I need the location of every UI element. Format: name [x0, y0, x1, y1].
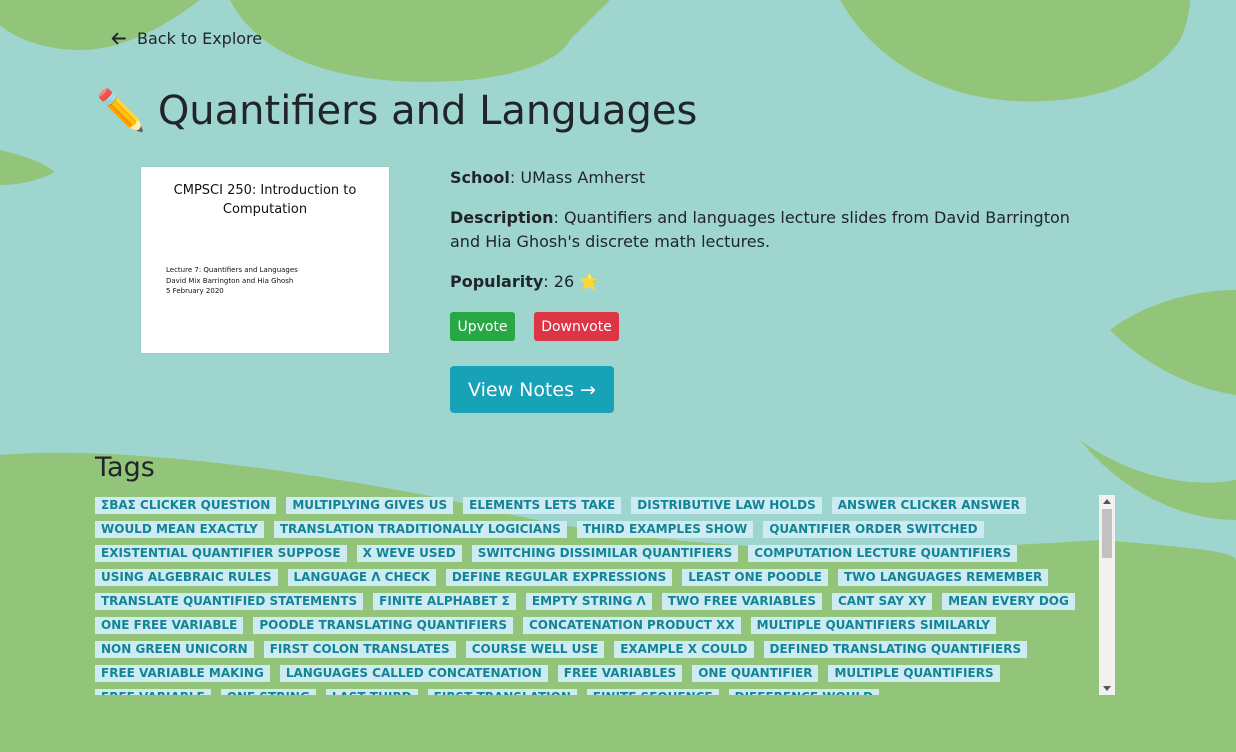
tag-chip[interactable]: FREE VARIABLE: [95, 689, 211, 695]
scroll-up-arrow-icon[interactable]: [1103, 499, 1111, 504]
tag-chip[interactable]: DIFFERENCE WOULD: [728, 689, 880, 695]
tag-chip[interactable]: COMPUTATION LECTURE QUANTIFIERS: [748, 545, 1017, 562]
tag-chip[interactable]: EXISTENTIAL QUANTIFIER SUPPOSE: [95, 545, 347, 562]
tag-chip[interactable]: DEFINED TRANSLATING QUANTIFIERS: [763, 641, 1028, 658]
tag-chip[interactable]: SWITCHING DISSIMILAR QUANTIFIERS: [471, 545, 739, 562]
tag-chip[interactable]: LANGUAGES CALLED CONCATENATION: [279, 665, 548, 682]
tag-chip[interactable]: LEAST ONE POODLE: [682, 569, 829, 586]
popularity-row: Popularity: 26 ⭐: [450, 270, 599, 294]
tag-chip[interactable]: FINITE SEQUENCE: [586, 689, 719, 695]
pencil-icon: ✏️: [96, 88, 146, 134]
tag-chip[interactable]: COURSE WELL USE: [465, 641, 605, 658]
tags-list[interactable]: ΣΒΑΣ CLICKER QUESTION MULTIPLYING GIVES U…: [95, 497, 1099, 695]
tag-chip[interactable]: FINITE ALPHABET Σ: [373, 593, 516, 610]
back-to-explore-link[interactable]: Back to Explore: [110, 29, 262, 48]
tag-chip[interactable]: MULTIPLE QUANTIFIERS: [828, 665, 1000, 682]
tag-chip[interactable]: ONE FREE VARIABLE: [95, 617, 244, 634]
tag-chip[interactable]: EXAMPLE X COULD: [614, 641, 754, 658]
tag-chip[interactable]: CANT SAY XY: [831, 593, 933, 610]
tag-chip[interactable]: FREE VARIABLES: [557, 665, 683, 682]
tag-chip[interactable]: MULTIPLYING GIVES US: [286, 497, 454, 514]
school-label: School: [450, 168, 510, 187]
tag-chip[interactable]: DISTRIBUTIVE LAW HOLDS: [631, 497, 822, 514]
view-notes-button[interactable]: View Notes →: [450, 366, 614, 413]
tag-chip[interactable]: USING ALGEBRAIC RULES: [95, 569, 278, 586]
tag-chip[interactable]: FREE VARIABLE MAKING: [95, 665, 270, 682]
tag-chip[interactable]: QUANTIFIER ORDER SWITCHED: [763, 521, 984, 538]
thumbnail-title: CMPSCI 250: Introduction to Computation: [173, 183, 357, 217]
tag-chip[interactable]: THIRD EXAMPLES SHOW: [576, 521, 754, 538]
scrollbar-thumb[interactable]: [1102, 509, 1112, 558]
tag-chip[interactable]: ELEMENTS LETS TAKE: [463, 497, 622, 514]
school-value: : UMass Amherst: [509, 168, 646, 187]
tags-heading: Tags: [95, 452, 155, 483]
page-title-text: Quantifiers and Languages: [157, 88, 698, 134]
notes-thumbnail[interactable]: CMPSCI 250: Introduction to Computation …: [141, 167, 389, 353]
popularity-value: : 26: [543, 272, 575, 291]
tag-chip[interactable]: NON GREEN UNICORN: [95, 641, 254, 658]
tag-chip[interactable]: MULTIPLE QUANTIFIERS SIMILARLY: [750, 617, 997, 634]
star-icon: ⭐: [579, 272, 600, 291]
back-link-label: Back to Explore: [137, 29, 263, 48]
tag-chip[interactable]: DEFINE REGULAR EXPRESSIONS: [445, 569, 673, 586]
arrow-left-icon: [111, 32, 126, 45]
tag-chip[interactable]: CONCATENATION PRODUCT XX: [522, 617, 741, 634]
tag-chip[interactable]: WOULD MEAN EXACTLY: [95, 521, 264, 538]
downvote-button[interactable]: Downvote: [534, 312, 619, 341]
tag-chip[interactable]: MEAN EVERY DOG: [942, 593, 1075, 610]
tag-chip[interactable]: TRANSLATE QUANTIFIED STATEMENTS: [95, 593, 364, 610]
thumbnail-subtitle: Lecture 7: Quantifiers and Languages Dav…: [166, 265, 298, 297]
upvote-button[interactable]: Upvote: [450, 312, 515, 341]
thumbnail-line: David Mix Barrington and Hia Ghosh: [166, 276, 294, 285]
thumbnail-line: 5 February 2020: [166, 287, 224, 295]
tag-chip[interactable]: ΣΒΑΣ CLICKER QUESTION: [95, 497, 277, 514]
description-label: Description: [450, 208, 554, 227]
tag-chip[interactable]: ANSWER CLICKER ANSWER: [831, 497, 1026, 514]
page-content: Back to Explore ✏️ Quantifiers and Langu…: [0, 0, 1236, 752]
tags-container: ΣΒΑΣ CLICKER QUESTION MULTIPLYING GIVES U…: [95, 497, 1099, 695]
tag-chip[interactable]: ONE STRING: [220, 689, 316, 695]
tag-chip[interactable]: TWO FREE VARIABLES: [661, 593, 822, 610]
tag-chip[interactable]: LAST THIRD: [325, 689, 418, 695]
tag-chip[interactable]: LANGUAGE Λ CHECK: [287, 569, 436, 586]
tags-scrollbar[interactable]: [1099, 495, 1115, 695]
tag-chip[interactable]: POODLE TRANSLATING QUANTIFIERS: [253, 617, 513, 634]
school-row: School: UMass Amherst: [450, 166, 645, 190]
page-title: ✏️ Quantifiers and Languages: [96, 88, 697, 134]
thumbnail-line: Lecture 7: Quantifiers and Languages: [166, 266, 298, 274]
tag-chip[interactable]: FIRST TRANSLATION: [427, 689, 577, 695]
tag-chip[interactable]: EMPTY STRING Λ: [525, 593, 652, 610]
tag-chip[interactable]: ONE QUANTIFIER: [692, 665, 819, 682]
description-row: Description: Quantifiers and languages l…: [450, 206, 1100, 254]
popularity-label: Popularity: [450, 272, 544, 291]
scroll-down-arrow-icon[interactable]: [1103, 686, 1111, 691]
tag-chip[interactable]: TRANSLATION TRADITIONALLY LOGICIANS: [273, 521, 567, 538]
tag-chip[interactable]: TWO LANGUAGES REMEMBER: [838, 569, 1049, 586]
tag-chip[interactable]: FIRST COLON TRANSLATES: [263, 641, 456, 658]
tag-chip[interactable]: X WEVE USED: [356, 545, 462, 562]
